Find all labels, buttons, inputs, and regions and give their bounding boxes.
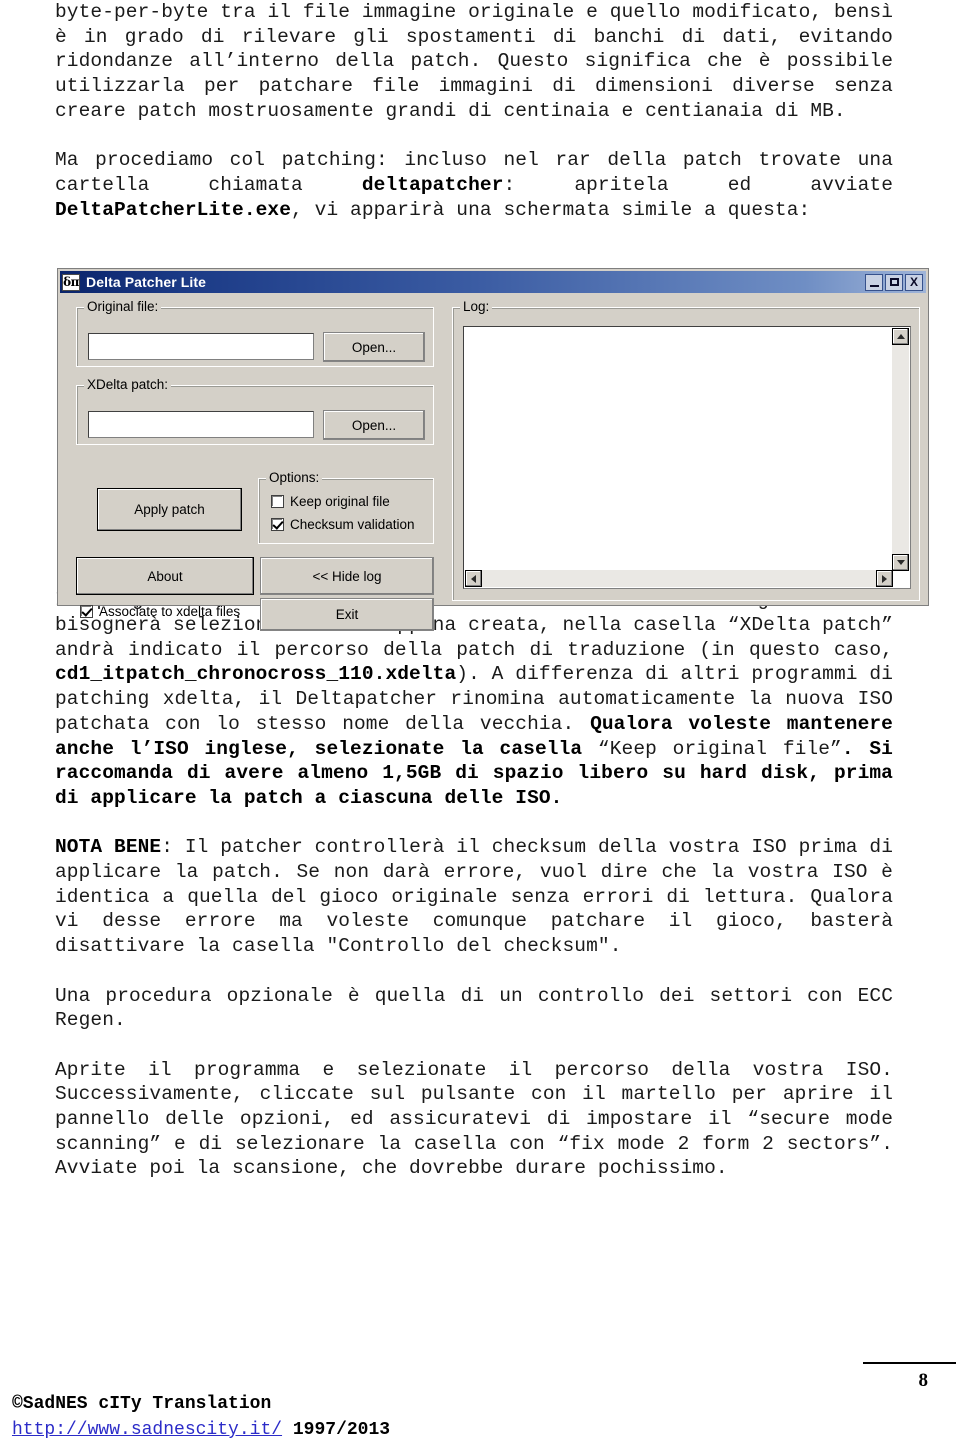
- footer-divider: [863, 1362, 956, 1364]
- log-vertical-scrollbar[interactable]: [892, 328, 909, 571]
- app-icon: δπ: [62, 273, 80, 291]
- log-legend: Log:: [460, 299, 493, 314]
- log-horizontal-scrollbar[interactable]: [465, 570, 893, 587]
- paragraph-3: Il programma è decisamente intuitivo. Me…: [55, 588, 893, 810]
- scroll-down-button[interactable]: [892, 554, 909, 571]
- document-page: byte-per-byte tra il file immagine origi…: [0, 0, 960, 1444]
- apply-patch-button[interactable]: Apply patch: [97, 488, 242, 531]
- associate-xdelta-label: Associate to xdelta files: [99, 604, 241, 619]
- text-run-bold: DeltaPatcherLite.exe: [55, 198, 292, 221]
- window-controls: X: [865, 273, 923, 291]
- footer-copyright: ©SadNES cITy Translation: [12, 1394, 272, 1414]
- keep-original-file-checkbox-row[interactable]: Keep original file: [271, 494, 390, 509]
- checksum-validation-checkbox-row[interactable]: Checksum validation: [271, 517, 415, 532]
- text-run: Aprite il programma e selezionate il per…: [55, 1058, 893, 1180]
- xdelta-patch-input[interactable]: [88, 411, 314, 438]
- original-file-input[interactable]: [88, 333, 314, 360]
- footer-website-link[interactable]: http://www.sadnescity.it/: [12, 1420, 282, 1440]
- scroll-left-button[interactable]: [465, 570, 482, 587]
- scroll-right-button[interactable]: [876, 570, 893, 587]
- hide-log-button[interactable]: << Hide log: [260, 557, 434, 595]
- text-run: : apritela ed avviate: [503, 173, 893, 196]
- maximize-button[interactable]: [885, 273, 903, 291]
- xdelta-patch-legend: XDelta patch:: [84, 377, 172, 392]
- keep-original-file-label: Keep original file: [290, 494, 390, 509]
- paragraph-1: byte-per-byte tra il file immagine origi…: [55, 0, 893, 124]
- minimize-button[interactable]: [865, 273, 883, 291]
- associate-xdelta-checkbox[interactable]: [80, 605, 93, 618]
- open-original-file-button[interactable]: Open...: [323, 332, 425, 362]
- window-client-area: Original file: Open... XDelta patch: Ope…: [62, 295, 924, 631]
- keep-original-file-checkbox[interactable]: [271, 495, 284, 508]
- original-file-legend: Original file:: [84, 299, 162, 314]
- checksum-validation-label: Checksum validation: [290, 517, 415, 532]
- checksum-validation-checkbox[interactable]: [271, 518, 284, 531]
- text-run: Una procedura opzionale è quella di un c…: [55, 984, 893, 1032]
- log-textarea[interactable]: [463, 326, 911, 589]
- exit-button[interactable]: Exit: [260, 598, 434, 631]
- text-run-bold: deltapatcher: [361, 173, 504, 196]
- chevron-left-icon: [471, 574, 476, 583]
- window-titlebar: δπ Delta Patcher Lite X: [60, 271, 926, 293]
- paragraph-5: Una procedura opzionale è quella di un c…: [55, 984, 893, 1033]
- page-number: 8: [918, 1370, 929, 1391]
- chevron-down-icon: [896, 560, 905, 565]
- paragraph-2: Ma procediamo col patching: incluso nel …: [55, 148, 893, 222]
- xdelta-patch-group: XDelta patch: Open...: [76, 377, 434, 445]
- footer-url-line: http://www.sadnescity.it/ 1997/2013: [12, 1418, 390, 1442]
- maximize-icon: [889, 278, 899, 286]
- delta-patcher-window: δπ Delta Patcher Lite X Original file: O…: [57, 268, 929, 631]
- chevron-up-icon: [896, 334, 905, 339]
- text-run: “Keep original file”: [597, 737, 842, 760]
- options-group: Options: Keep original file Checksum val…: [258, 470, 434, 544]
- about-button[interactable]: About: [76, 557, 254, 595]
- footer-years: 1997/2013: [292, 1420, 391, 1440]
- close-button[interactable]: X: [905, 273, 923, 291]
- log-group: Log:: [452, 299, 920, 601]
- text-run: , vi apparirà una schermata simile a que…: [291, 198, 811, 221]
- original-file-group: Original file: Open...: [76, 299, 434, 367]
- associate-xdelta-checkbox-row[interactable]: Associate to xdelta files: [80, 604, 240, 619]
- chevron-right-icon: [882, 574, 887, 583]
- paragraph-4: NOTA BENE: Il patcher controllerà il che…: [55, 835, 893, 959]
- minimize-icon: [869, 284, 879, 287]
- paragraph-6: Aprite il programma e selezionate il per…: [55, 1058, 893, 1182]
- options-legend: Options:: [266, 470, 323, 485]
- text-run: : Il patcher controllerà il checksum del…: [55, 836, 894, 958]
- open-patch-file-button[interactable]: Open...: [323, 410, 425, 440]
- window-title: Delta Patcher Lite: [86, 274, 207, 290]
- scroll-up-button[interactable]: [892, 328, 909, 345]
- text-run-bold: cd1_itpatch_chronocross_110.xdelta: [55, 663, 457, 686]
- text-run-bold: NOTA BENE: [55, 836, 162, 859]
- text-run: byte-per-byte tra il file immagine origi…: [55, 1, 893, 122]
